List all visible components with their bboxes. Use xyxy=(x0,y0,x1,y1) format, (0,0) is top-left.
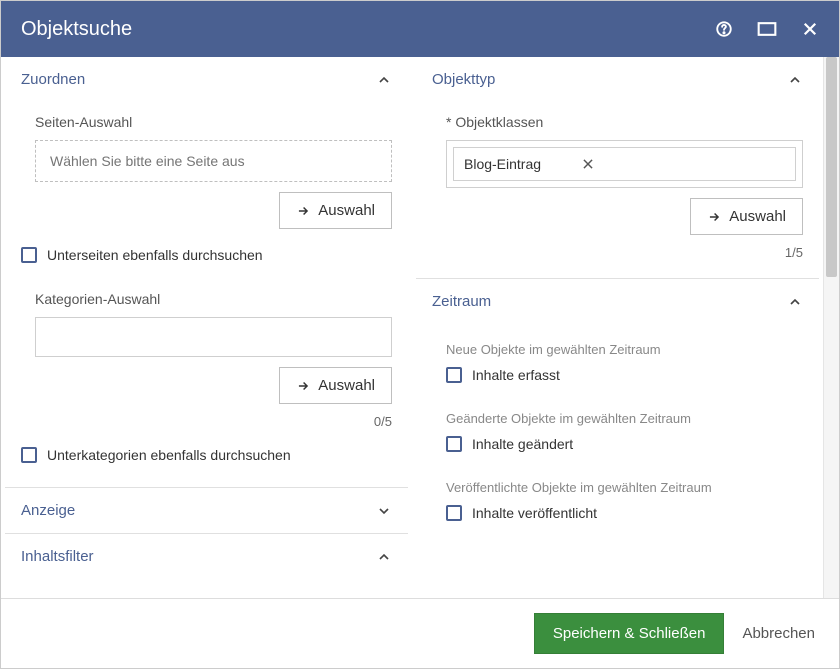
dialog: Objektsuche Zuordnen xyxy=(0,0,840,669)
scrollbar-thumb[interactable] xyxy=(826,57,837,277)
chevron-down-icon xyxy=(376,503,392,519)
section-objekttyp: Objekttyp * Objektklassen Blog-Eintrag xyxy=(416,57,819,279)
chevron-up-icon xyxy=(787,294,803,310)
kategorien-counter: 0/5 xyxy=(35,414,392,429)
tag-blog-eintrag: Blog-Eintrag xyxy=(453,147,796,181)
checkbox-icon xyxy=(446,436,462,452)
section-zuordnen: Zuordnen Seiten-Auswahl Auswahl xyxy=(5,57,408,488)
tag-remove-icon[interactable] xyxy=(581,157,595,171)
arrow-right-icon xyxy=(707,210,721,224)
chevron-up-icon xyxy=(376,549,392,565)
objektklassen-label: * Objektklassen xyxy=(446,114,803,130)
section-header-objekttyp[interactable]: Objekttyp xyxy=(416,57,819,102)
inhalte-erfasst-checkbox-row[interactable]: Inhalte erfasst xyxy=(446,367,803,383)
checkbox-icon xyxy=(446,367,462,383)
kategorien-auswahl-button[interactable]: Auswahl xyxy=(279,367,392,404)
geaenderte-objekte-label: Geänderte Objekte im gewählten Zeitraum xyxy=(446,411,803,426)
button-label: Auswahl xyxy=(318,202,375,219)
scrollbar[interactable] xyxy=(823,57,839,598)
section-body-objekttyp: * Objektklassen Blog-Eintrag xyxy=(416,102,819,278)
columns: Zuordnen Seiten-Auswahl Auswahl xyxy=(1,57,823,598)
cancel-button[interactable]: Abbrechen xyxy=(742,625,815,642)
section-title: Zuordnen xyxy=(21,71,85,88)
unterkategorien-checkbox-row[interactable]: Unterkategorien ebenfalls durchsuchen xyxy=(21,447,392,463)
checkbox-label: Unterseiten ebenfalls durchsuchen xyxy=(47,247,263,263)
tag-label: Blog-Eintrag xyxy=(464,156,541,172)
arrow-right-icon xyxy=(296,379,310,393)
titlebar-actions xyxy=(715,20,819,38)
save-close-button[interactable]: Speichern & Schließen xyxy=(534,613,725,654)
left-column: Zuordnen Seiten-Auswahl Auswahl xyxy=(1,57,412,598)
checkbox-icon xyxy=(21,447,37,463)
section-title: Anzeige xyxy=(21,502,75,519)
kategorien-input[interactable] xyxy=(35,317,392,357)
section-header-zuordnen[interactable]: Zuordnen xyxy=(5,57,408,102)
seiten-auswahl-button[interactable]: Auswahl xyxy=(279,192,392,229)
seiten-label: Seiten-Auswahl xyxy=(35,114,392,130)
button-label: Auswahl xyxy=(318,377,375,394)
inhalte-geaendert-checkbox-row[interactable]: Inhalte geändert xyxy=(446,436,803,452)
checkbox-label: Inhalte veröffentlicht xyxy=(472,505,597,521)
checkbox-label: Inhalte geändert xyxy=(472,436,573,452)
close-icon[interactable] xyxy=(801,20,819,38)
neue-objekte-label: Neue Objekte im gewählten Zeitraum xyxy=(446,342,803,357)
section-inhaltsfilter: Inhaltsfilter xyxy=(5,534,408,579)
section-header-inhaltsfilter[interactable]: Inhaltsfilter xyxy=(5,534,408,579)
dialog-title: Objektsuche xyxy=(21,18,715,41)
checkbox-label: Unterkategorien ebenfalls durchsuchen xyxy=(47,447,291,463)
section-body-zeitraum: Neue Objekte im gewählten Zeitraum Inhal… xyxy=(416,324,819,543)
objektklassen-auswahl-button[interactable]: Auswahl xyxy=(690,198,803,235)
section-anzeige: Anzeige xyxy=(5,488,408,534)
inhalte-veroeff-checkbox-row[interactable]: Inhalte veröffentlicht xyxy=(446,505,803,521)
chevron-up-icon xyxy=(376,72,392,88)
button-label: Auswahl xyxy=(729,208,786,225)
checkbox-label: Inhalte erfasst xyxy=(472,367,560,383)
section-zeitraum: Zeitraum Neue Objekte im gewählten Zeitr… xyxy=(416,279,819,543)
checkbox-icon xyxy=(446,505,462,521)
help-icon[interactable] xyxy=(715,20,733,38)
right-column: Objekttyp * Objektklassen Blog-Eintrag xyxy=(412,57,823,598)
objektklassen-input[interactable]: Blog-Eintrag xyxy=(446,140,803,188)
section-body-zuordnen: Seiten-Auswahl Auswahl Unterseiten ebenf… xyxy=(5,102,408,487)
arrow-right-icon xyxy=(296,204,310,218)
objektklassen-counter: 1/5 xyxy=(446,245,803,260)
unterseiten-checkbox-row[interactable]: Unterseiten ebenfalls durchsuchen xyxy=(21,247,392,263)
section-header-anzeige[interactable]: Anzeige xyxy=(5,488,408,533)
titlebar: Objektsuche xyxy=(1,1,839,57)
section-header-zeitraum[interactable]: Zeitraum xyxy=(416,279,819,324)
section-title: Inhaltsfilter xyxy=(21,548,94,565)
kategorien-label: Kategorien-Auswahl xyxy=(35,291,392,307)
checkbox-icon xyxy=(21,247,37,263)
section-title: Zeitraum xyxy=(432,293,491,310)
seiten-input[interactable] xyxy=(35,140,392,182)
chevron-up-icon xyxy=(787,72,803,88)
section-title: Objekttyp xyxy=(432,71,495,88)
veroeff-objekte-label: Veröffentlichte Objekte im gewählten Zei… xyxy=(446,480,803,495)
footer: Speichern & Schließen Abbrechen xyxy=(1,598,839,668)
content: Zuordnen Seiten-Auswahl Auswahl xyxy=(1,57,839,598)
maximize-icon[interactable] xyxy=(757,21,777,37)
